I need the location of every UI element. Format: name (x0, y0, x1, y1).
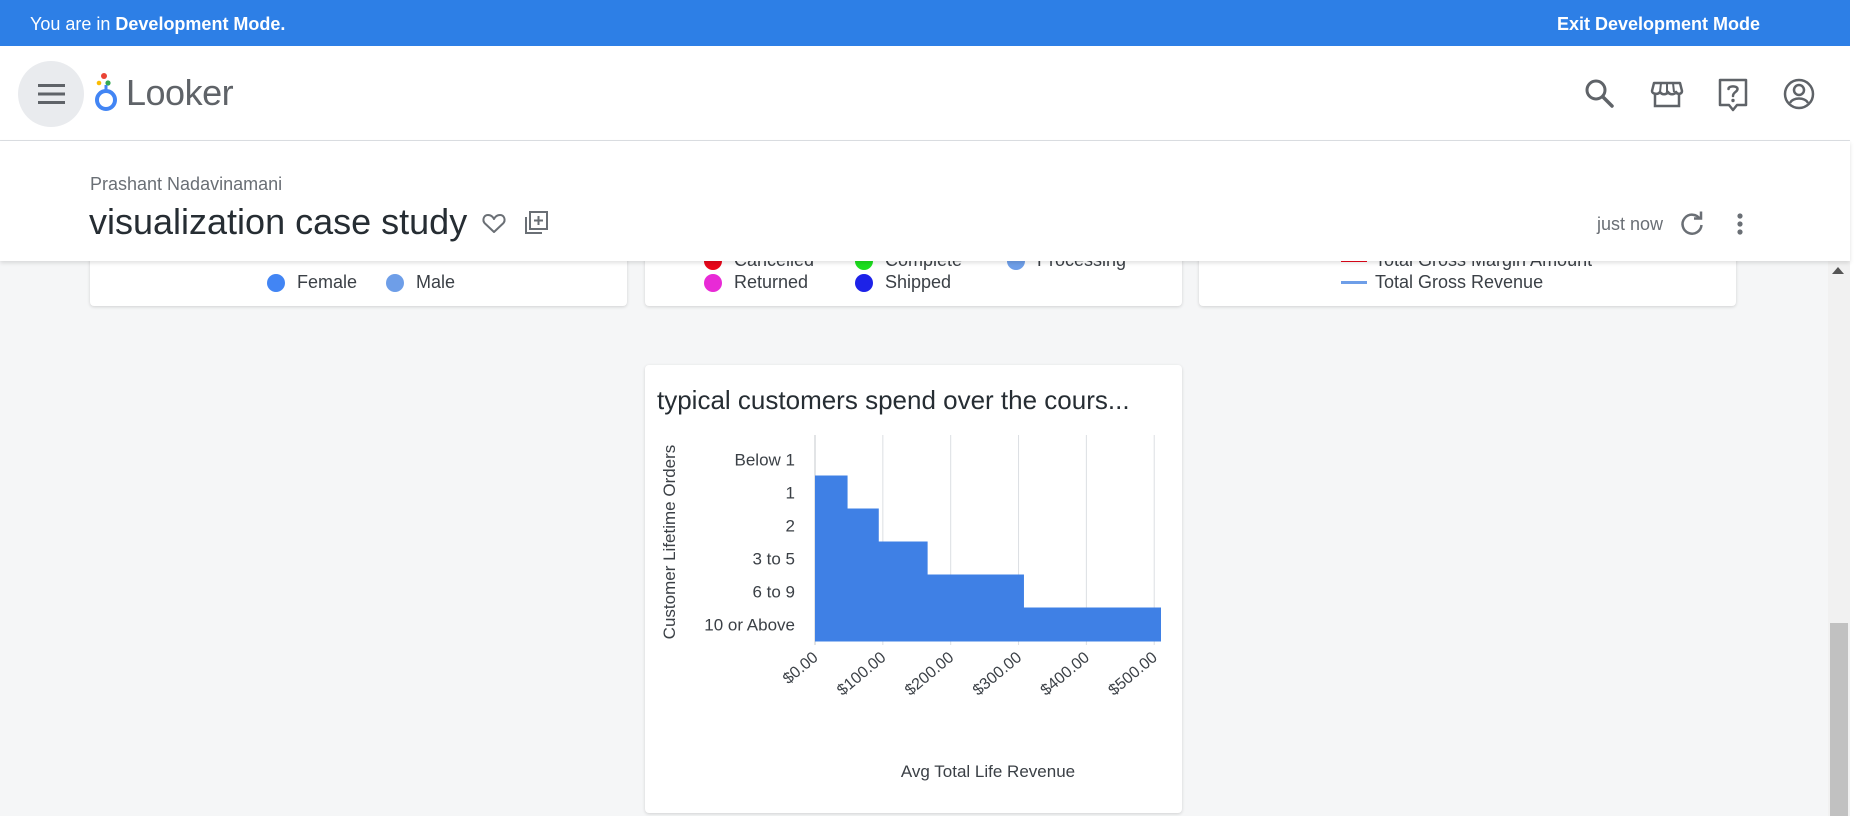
legend-swatch (1007, 261, 1025, 270)
legend-label: Female (297, 272, 358, 292)
chart-tick-label: $200.00 (902, 649, 957, 699)
legend-swatch (855, 261, 873, 270)
dashboard-header: Prashant Nadavinamani visualization case… (0, 141, 1850, 261)
app-header: Looker (0, 46, 1850, 141)
legend-item: Female (267, 272, 357, 293)
legend-swatch (1341, 261, 1367, 262)
exit-dev-mode-button[interactable]: Exit Development Mode (1557, 14, 1760, 35)
legend-label: Processing (1037, 261, 1126, 271)
page-scrollbar[interactable] (1828, 261, 1850, 816)
chart-bar (815, 574, 1024, 609)
chart-tile: typical customers spend over the cours..… (645, 365, 1182, 813)
refresh-icon[interactable] (1677, 209, 1707, 239)
chart-tick-label: $0.00 (780, 649, 822, 688)
chart-category-label: 1 (786, 484, 795, 503)
chart-y-axis-title: Customer Lifetime Orders (660, 445, 679, 640)
legend-item: Shipped (855, 272, 951, 293)
scroll-up-arrow-icon[interactable] (1832, 267, 1844, 274)
dashboard-owner: Prashant Nadavinamani (90, 174, 283, 194)
marketplace-icon[interactable] (1647, 74, 1687, 114)
dev-mode-message: You are in Development Mode. (30, 14, 285, 35)
legend-label: Cancelled (734, 261, 814, 271)
chart-bar (815, 508, 879, 543)
margin-tile: Total Gross Margin Amount Total Gross Re… (1199, 261, 1736, 306)
bar-chart: Below 1 1 2 3 to 5 6 to 9 10 or Above $0.00 $10… (660, 435, 1161, 781)
legend-swatch (386, 273, 404, 292)
dashboard-title: visualization case study (89, 201, 468, 242)
legend-item: Complete (855, 261, 962, 271)
more-vert-icon[interactable] (1726, 209, 1754, 239)
legend-item: Total Gross Revenue (1341, 272, 1543, 293)
dev-mode-prefix: You are in (30, 14, 116, 34)
legend-label: Shipped (885, 272, 952, 292)
chart-bar (815, 541, 928, 576)
add-to-board-icon[interactable] (522, 209, 550, 237)
last-updated-text: just now (1597, 214, 1664, 234)
legend-swatch (267, 273, 285, 292)
chart-category-label: 2 (786, 517, 795, 536)
chart-category-label: 10 or Above (704, 616, 795, 635)
legend-label: Complete (885, 261, 962, 271)
app-name: Looker (126, 72, 234, 113)
chart-bar (815, 607, 1161, 642)
chart-bar (815, 475, 848, 510)
legend-swatch (855, 273, 873, 292)
chart-tick-label: $100.00 (834, 649, 889, 699)
legend-item: Cancelled (704, 261, 814, 271)
chart-category-label: Below 1 (735, 451, 795, 470)
heart-icon[interactable] (480, 209, 508, 237)
legend-item: Returned (704, 272, 808, 293)
status-tile: Cancelled Complete Processing Returned S… (645, 261, 1182, 306)
chart-category-label: 3 to 5 (752, 550, 795, 569)
legend-label: Male (416, 272, 456, 292)
gender-tile: Female Male (90, 261, 627, 306)
legend-item: Total Gross Margin Amount (1341, 261, 1592, 271)
chart-tick-label: $400.00 (1038, 649, 1093, 699)
looker-logo-icon (95, 73, 117, 111)
legend-swatch (704, 273, 722, 292)
dashboard-body: Female Male Cancelled Complete Processin… (0, 261, 1828, 816)
chart-category-label: 6 to 9 (752, 583, 795, 602)
dev-mode-name: Development Mode. (115, 14, 286, 34)
legend-label: Total Gross Revenue (1375, 272, 1544, 292)
legend-item: Processing (1007, 261, 1126, 271)
search-icon[interactable] (1580, 74, 1620, 114)
legend-swatch (1341, 281, 1367, 284)
scroll-thumb[interactable] (1830, 623, 1848, 816)
account-icon[interactable] (1779, 74, 1819, 114)
menu-icon (38, 84, 65, 104)
legend-label: Total Gross Margin Amount (1375, 261, 1592, 271)
legend-label: Returned (734, 272, 809, 292)
chart-x-axis-title: Avg Total Life Revenue (901, 762, 1075, 781)
chart-tick-label: $300.00 (970, 649, 1025, 699)
chart-tick-label: $500.00 (1106, 649, 1161, 699)
menu-button[interactable] (18, 61, 84, 127)
dev-mode-banner: You are in Development Mode. Exit Develo… (0, 0, 1854, 46)
legend-item: Male (386, 272, 455, 293)
help-icon[interactable] (1713, 74, 1753, 114)
window-edge (1850, 0, 1854, 816)
legend-swatch (704, 261, 722, 270)
